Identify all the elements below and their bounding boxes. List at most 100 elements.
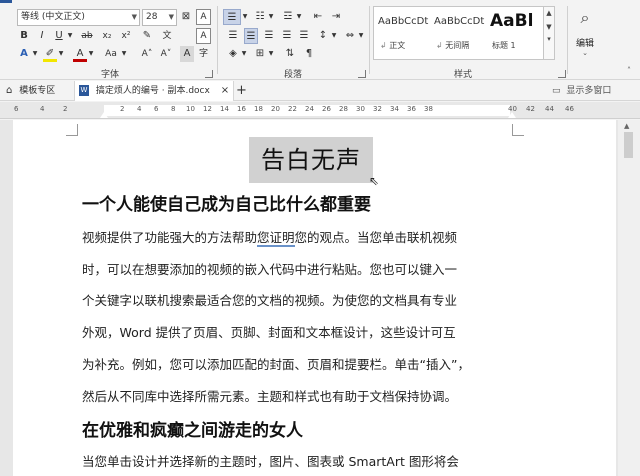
document-tab-strip: ⌂ 模板专区 W 搞定烦人的编号 · 副本.docx × + ▭ 显示多窗口 [0, 81, 640, 101]
subscript-button[interactable]: x₂ [99, 28, 115, 44]
indent-marker-right[interactable] [508, 112, 516, 118]
grow-font-button[interactable]: A˄ [139, 46, 155, 62]
justify-button[interactable]: ☰ [280, 28, 294, 44]
superscript-button[interactable]: x² [118, 28, 134, 44]
character-border-icon[interactable]: 字 [196, 46, 211, 62]
sort-icon[interactable]: ⇅ [283, 46, 297, 62]
ruler-number: 4 [40, 105, 45, 113]
bullets-button[interactable]: ☰ [223, 9, 241, 25]
enclose-character-icon[interactable]: A [196, 28, 211, 44]
numbering-dropdown-icon[interactable]: ▼ [267, 9, 275, 25]
tab-templates[interactable]: ⌂ 模板专区 [6, 81, 72, 101]
chinese-layout-dropdown-icon[interactable]: ▼ [357, 28, 365, 44]
align-left-button[interactable]: ☰ [226, 28, 240, 44]
font-name-combo[interactable]: 等线 (中文正文) ▼ [17, 9, 140, 26]
chevron-down-icon[interactable]: ▼ [169, 10, 174, 25]
align-center-button[interactable]: ☰ [244, 28, 258, 44]
font-size-decrease-icon[interactable]: ⊠ [180, 9, 192, 25]
search-icon: ⌕ [580, 8, 590, 27]
chevron-down-icon[interactable]: ▼ [132, 10, 137, 25]
distributed-button[interactable]: ☰ [297, 28, 311, 44]
editing-button[interactable]: ⌕ 编辑 ⌄ [572, 8, 598, 66]
font-color-dropdown-icon[interactable]: ▼ [87, 46, 95, 62]
increase-indent-icon[interactable]: ⇥ [329, 9, 343, 25]
highlight-icon[interactable]: ✐ [43, 46, 57, 62]
show-marks-icon[interactable]: ¶ [302, 46, 316, 62]
italic-button[interactable]: I [35, 28, 49, 44]
text-effects-icon[interactable]: A [17, 46, 31, 62]
line-spacing-dropdown-icon[interactable]: ▼ [330, 28, 338, 44]
font-color-icon[interactable]: A [73, 46, 87, 62]
add-tab-button[interactable]: + [236, 81, 248, 101]
ruler-number: 26 [322, 105, 331, 113]
line-spacing-icon[interactable]: ↕ [316, 28, 330, 44]
close-icon[interactable]: × [221, 85, 229, 96]
chevron-up-icon[interactable]: ▲ [624, 122, 629, 130]
paragraph-line[interactable]: 时，可以在想要添加的视频的嵌入代码中进行粘贴。您也可以键入一 [82, 259, 457, 278]
decrease-indent-icon[interactable]: ⇤ [311, 9, 325, 25]
ruler-number: 2 [120, 105, 125, 113]
styles-dialog-launcher[interactable] [558, 70, 566, 78]
multilevel-list-button[interactable]: ☲ [281, 9, 295, 25]
chevron-up-icon[interactable]: ▲ [544, 9, 554, 17]
paragraph-line[interactable]: 个关键字以联机搜索最适合您的文档的视频。为使您的文档具有专业 [82, 290, 457, 309]
underline-dropdown-icon[interactable]: ▼ [66, 28, 74, 44]
heading-2[interactable]: 在优雅和疯癫之间游走的女人 [82, 416, 303, 441]
shrink-font-button[interactable]: A˅ [158, 46, 174, 62]
ruler-number: 18 [254, 105, 263, 113]
style-sample: AaBbCcDt [378, 16, 429, 27]
change-case-button[interactable]: Aa [102, 46, 120, 62]
ruler-number: 42 [526, 105, 535, 113]
more-icon[interactable]: ▾ [544, 35, 554, 43]
style-normal[interactable]: AaBbCcDt ↲ 正文 [374, 7, 430, 59]
spelling-underlined-text: 您证明 [257, 230, 295, 247]
strikethrough-button[interactable]: ab [79, 28, 95, 44]
style-no-spacing[interactable]: AaBbCcDt ↲ 无间隔 [430, 7, 486, 59]
phonetic-guide-icon[interactable]: 文 [159, 28, 175, 44]
character-shading-icon[interactable]: A [180, 46, 194, 62]
style-heading-1[interactable]: AaBl 标题 1 [486, 7, 542, 59]
multilevel-dropdown-icon[interactable]: ▼ [295, 9, 303, 25]
chinese-layout-icon[interactable]: ⇔ [343, 28, 357, 44]
paragraph-line[interactable]: 为补充。例如，您可以添加匹配的封面、页眉和提要栏。单击“插入”， [82, 354, 470, 373]
ruler-number: 34 [390, 105, 399, 113]
multi-window-button[interactable]: ▭ 显示多窗口 [552, 81, 638, 101]
shading-dropdown-icon[interactable]: ▼ [240, 46, 248, 62]
paragraph-line[interactable]: 外观，Word 提供了页眉、页脚、封面和文本框设计，这些设计可互 [82, 322, 456, 341]
bullets-dropdown-icon[interactable]: ▼ [241, 9, 249, 25]
tab-templates-label: 模板专区 [19, 86, 56, 96]
shading-icon[interactable]: ◈ [226, 46, 240, 62]
highlight-dropdown-icon[interactable]: ▼ [57, 46, 65, 62]
change-case-dropdown-icon[interactable]: ▼ [120, 46, 128, 62]
font-group-label: 字体 [100, 70, 119, 80]
word-doc-icon: W [79, 85, 89, 96]
horizontal-ruler[interactable]: 6 4 2 2 4 6 8 10 12 14 16 18 20 22 24 26… [0, 102, 640, 119]
font-dialog-launcher[interactable] [205, 70, 213, 78]
text-effects-dropdown-icon[interactable]: ▼ [31, 46, 39, 62]
borders-icon[interactable]: ⊞ [253, 46, 267, 62]
scrollbar-thumb[interactable] [624, 132, 633, 158]
paragraph-dialog-launcher[interactable] [358, 70, 366, 78]
indent-marker-left[interactable] [100, 112, 108, 118]
underline-button[interactable]: U [52, 28, 66, 44]
collapse-ribbon-icon[interactable]: ˄ [627, 66, 631, 75]
ruler-number: 20 [271, 105, 280, 113]
document-title[interactable]: 告白无声 [249, 137, 373, 183]
change-case-icon[interactable]: A [196, 9, 211, 25]
styles-scrollbar[interactable]: ▲ ▼ ▾ [543, 6, 555, 60]
numbering-button[interactable]: ☷ [253, 9, 267, 25]
chevron-down-icon[interactable]: ▼ [544, 23, 554, 31]
heading-1[interactable]: 一个人能使自己成为自己比什么都重要 [82, 190, 371, 215]
clear-format-icon[interactable]: ✎ [140, 28, 154, 44]
paragraph-line[interactable]: 当您单击设计并选择新的主题时，图片、图表或 SmartArt 图形将会 [82, 451, 459, 470]
bold-button[interactable]: B [17, 28, 31, 44]
align-right-button[interactable]: ☰ [262, 28, 276, 44]
font-size-combo[interactable]: 28 ▼ [142, 9, 177, 26]
borders-dropdown-icon[interactable]: ▼ [267, 46, 275, 62]
vertical-scrollbar[interactable]: ▲ [618, 120, 640, 476]
ruler-number: 46 [565, 105, 574, 113]
tab-document[interactable]: W 搞定烦人的编号 · 副本.docx × [74, 81, 234, 101]
ribbon-accent [0, 0, 12, 3]
paragraph-line[interactable]: 视频提供了功能强大的方法帮助您证明您的观点。当您单击联机视频 [82, 227, 457, 247]
paragraph-line[interactable]: 然后从不同库中选择所需元素。主题和样式也有助于文档保持协调。 [82, 386, 457, 405]
